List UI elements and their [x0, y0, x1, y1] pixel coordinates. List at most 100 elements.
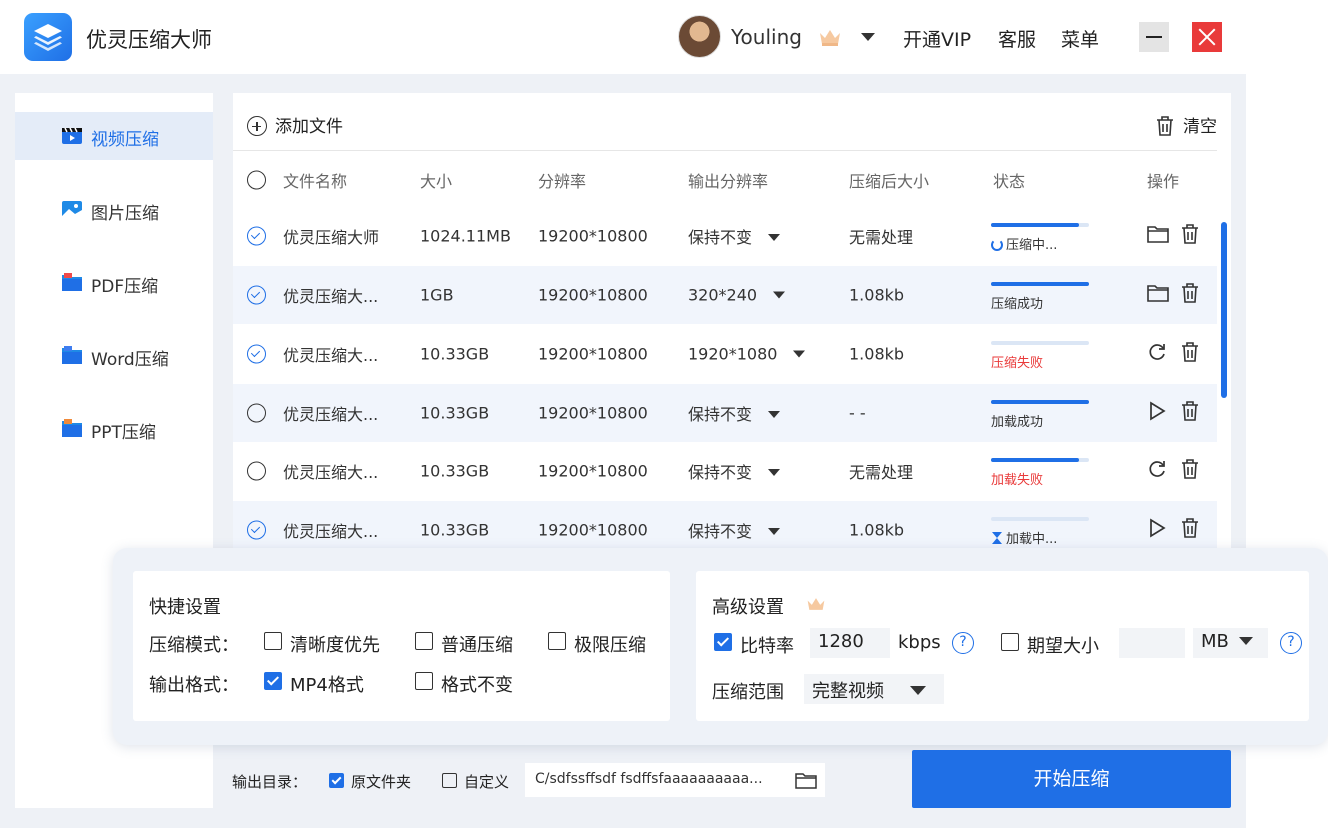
trash-icon[interactable]: [1180, 341, 1200, 367]
help-icon[interactable]: ?: [1280, 632, 1302, 654]
sidebar-item-pdf[interactable]: PDF压缩: [15, 259, 213, 307]
open-folder-icon[interactable]: [1147, 283, 1169, 307]
output-resolution-select[interactable]: 保持不变: [688, 401, 781, 425]
row-select-radio[interactable]: [247, 520, 266, 540]
bitrate-checkbox[interactable]: [714, 633, 732, 651]
output-resolution-select[interactable]: 320*240: [688, 286, 786, 305]
mode-clarity-checkbox[interactable]: [264, 632, 282, 650]
trash-icon[interactable]: [1180, 223, 1200, 249]
original-folder-checkbox[interactable]: [329, 773, 344, 788]
output-resolution-select[interactable]: 保持不变: [688, 518, 781, 542]
retry-icon[interactable]: [1147, 342, 1167, 366]
minimize-button[interactable]: [1139, 22, 1169, 52]
custom-dir-checkbox[interactable]: [442, 773, 457, 788]
table-row[interactable]: 优灵压缩大师 1024.11MB 19200*10800 保持不变 无需处理 压缩中...: [233, 207, 1217, 265]
output-resolution-select[interactable]: 1920*1080: [688, 344, 806, 364]
menu-link[interactable]: 菜单: [1061, 25, 1099, 52]
output-resolution-value: 保持不变: [688, 522, 753, 541]
trash-icon[interactable]: [1180, 458, 1200, 484]
row-select-radio[interactable]: [247, 285, 266, 305]
file-resolution: 19200*10800: [538, 344, 648, 364]
expected-size-label: 期望大小: [1027, 636, 1099, 657]
bitrate-input[interactable]: 1280: [810, 628, 890, 658]
compressed-size: 无需处理: [849, 228, 914, 247]
retry-icon[interactable]: [1147, 459, 1167, 483]
trash-icon[interactable]: [1180, 517, 1200, 543]
trash-icon[interactable]: [1180, 400, 1200, 426]
status-text: 压缩成功: [991, 293, 1043, 312]
sidebar-item-video[interactable]: 视频压缩: [15, 112, 213, 160]
avatar[interactable]: [678, 15, 721, 58]
status-progress-bar: [991, 282, 1089, 286]
user-dropdown-icon[interactable]: [861, 33, 875, 41]
col-output-resolution: 输出分辨率: [688, 172, 769, 191]
status-progress-fill: [991, 282, 1089, 286]
file-resolution: 19200*10800: [538, 520, 648, 540]
chevron-down-icon: [768, 528, 781, 535]
file-name: 优灵压缩大...: [283, 287, 379, 306]
format-keep-label: 格式不变: [441, 675, 513, 696]
format-mp4-checkbox[interactable]: [264, 672, 282, 690]
table-row[interactable]: 优灵压缩大... 1GB 19200*10800 320*240 1.08kb 压缩成功: [233, 266, 1217, 324]
close-button[interactable]: [1192, 22, 1222, 52]
play-icon[interactable]: [1147, 518, 1167, 542]
output-dir-label: 输出目录：: [232, 773, 308, 791]
folder-icon[interactable]: [795, 771, 817, 789]
table-row[interactable]: 优灵压缩大... 10.33GB 19200*10800 保持不变 - - 加载成功: [233, 384, 1217, 442]
open-folder-icon[interactable]: [1147, 224, 1169, 248]
output-resolution-value: 保持不变: [688, 228, 753, 247]
chevron-down-icon: [768, 234, 781, 241]
play-icon[interactable]: [1147, 401, 1167, 425]
add-file-button[interactable]: 添加文件: [247, 112, 343, 137]
size-unit-select[interactable]: MB: [1193, 628, 1268, 658]
quick-settings-title: 快捷设置: [149, 597, 221, 618]
mode-extreme-checkbox[interactable]: [548, 632, 566, 650]
format-keep-checkbox[interactable]: [415, 672, 433, 690]
status-progress-fill: [991, 458, 1080, 462]
range-value: 完整视频: [812, 681, 884, 702]
range-select[interactable]: 完整视频: [804, 674, 944, 704]
table-row[interactable]: 优灵压缩大... 10.33GB 19200*10800 保持不变 1.08kb 加载中.…: [233, 501, 1217, 553]
vip-link[interactable]: 开通VIP: [903, 25, 971, 52]
status-label: 加载失败: [991, 473, 1044, 488]
username[interactable]: Youling: [731, 25, 802, 49]
compressed-size: 1.08kb: [849, 285, 905, 305]
output-path: C/sdfssffsdf fsdffsfaaaaaaaaaa...: [535, 771, 763, 787]
sidebar-item-image[interactable]: 图片压缩: [15, 186, 213, 234]
file-panel: 添加文件 清空 文件名称 大小 分辨率 输出分辨率 压缩后大小 状态 操作 优灵…: [233, 93, 1231, 553]
row-select-radio[interactable]: [247, 461, 266, 481]
file-resolution: 19200*10800: [538, 226, 648, 246]
chevron-down-icon: [768, 411, 781, 418]
row-select-radio[interactable]: [247, 403, 266, 423]
sidebar-item-word[interactable]: Word压缩: [15, 332, 213, 380]
sidebar-item-label: PDF压缩: [91, 277, 159, 297]
status-progress-fill: [991, 400, 1089, 404]
mode-normal-checkbox[interactable]: [415, 632, 433, 650]
output-resolution-value: 1920*1080: [688, 344, 778, 364]
status-label: 压缩中...: [1006, 238, 1058, 253]
trash-icon[interactable]: [1180, 282, 1200, 308]
status-label: 加载成功: [991, 415, 1044, 430]
output-path-input[interactable]: C/sdfssffsdf fsdffsfaaaaaaaaaa...: [525, 763, 825, 797]
table-row[interactable]: 优灵压缩大... 10.33GB 19200*10800 保持不变 无需处理 加载失败: [233, 442, 1217, 500]
expected-size-checkbox[interactable]: [1001, 633, 1019, 651]
sidebar-item-ppt[interactable]: PPT压缩: [15, 405, 213, 453]
select-all-radio[interactable]: [247, 170, 266, 190]
output-resolution-select[interactable]: 保持不变: [688, 224, 781, 248]
status-text: 加载成功: [991, 411, 1043, 430]
table-row[interactable]: 优灵压缩大... 10.33GB 19200*10800 1920*1080 1.08k…: [233, 325, 1217, 383]
status-progress-bar: [991, 400, 1089, 404]
output-resolution-select[interactable]: 保持不变: [688, 459, 781, 483]
help-icon[interactable]: ?: [952, 632, 974, 654]
row-select-radio[interactable]: [247, 344, 266, 364]
scrollbar[interactable]: [1221, 222, 1227, 398]
service-link[interactable]: 客服: [998, 25, 1036, 52]
mode-extreme-label: 极限压缩: [574, 635, 646, 656]
start-compress-button[interactable]: 开始压缩: [912, 750, 1231, 808]
compressed-size: 1.08kb: [849, 520, 905, 540]
clear-button[interactable]: 清空: [1155, 112, 1217, 137]
expected-size-input[interactable]: [1119, 628, 1185, 658]
row-select-radio[interactable]: [247, 226, 266, 246]
app-title: 优灵压缩大师: [86, 28, 212, 52]
status-label: 加载中...: [1006, 532, 1058, 547]
